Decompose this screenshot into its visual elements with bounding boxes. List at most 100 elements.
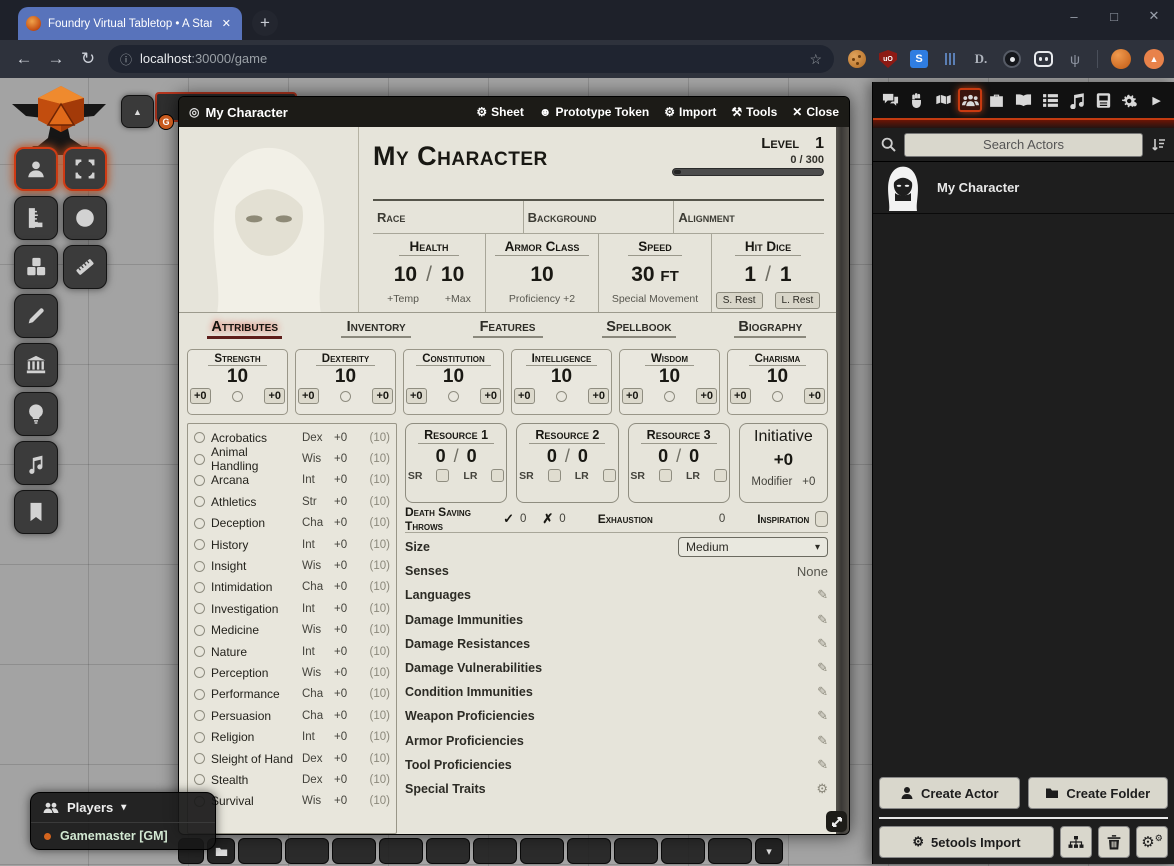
ability-save-mod[interactable]: +0 [622, 388, 643, 404]
camera-icon[interactable] [1003, 50, 1021, 68]
resource-title[interactable]: Resource 2 [529, 428, 605, 444]
ability-score[interactable]: 10 [335, 366, 356, 388]
skill-row[interactable]: Athletics Str +0 (10) [194, 491, 390, 512]
character-name[interactable]: My Character [373, 141, 669, 172]
short-rest-button[interactable]: S. Rest [716, 292, 763, 309]
sr-checkbox[interactable] [548, 469, 561, 482]
skill-row[interactable]: Performance Cha +0 (10) [194, 684, 390, 705]
minimize-button[interactable]: – [1054, 9, 1094, 24]
adblock-shield-icon[interactable]: uO [879, 50, 897, 68]
ability-score[interactable]: 10 [443, 366, 464, 388]
create-folder-button[interactable]: Create Folder [1028, 777, 1169, 809]
close-window-button[interactable]: ✕ [1134, 8, 1174, 24]
sheet-tab[interactable]: Attributes [179, 318, 310, 339]
ability-name[interactable]: Strength [208, 352, 266, 366]
ability-check-mod[interactable]: +0 [696, 388, 717, 404]
identity-field[interactable]: Race [373, 201, 524, 233]
skill-name[interactable]: Nature [211, 645, 296, 659]
sr-checkbox[interactable] [659, 469, 672, 482]
forward-button[interactable]: → [40, 49, 72, 69]
hp-current[interactable]: 10 [394, 263, 417, 287]
hit-dice-max[interactable]: 1 [780, 263, 792, 287]
proficiency-toggle[interactable] [556, 391, 567, 402]
cookie-icon[interactable] [848, 50, 866, 68]
death-success-count[interactable]: 0 [520, 513, 526, 525]
tab-tables[interactable] [1038, 88, 1062, 112]
sheet-tab[interactable]: Features [442, 318, 573, 338]
ability-check-mod[interactable]: +0 [804, 388, 825, 404]
macro-slot[interactable] [238, 838, 282, 864]
folder-tree-button[interactable] [1060, 826, 1092, 858]
tool-ping-target[interactable] [63, 196, 107, 240]
skill-name[interactable]: Investigation [211, 602, 296, 616]
skill-row[interactable]: Survival Wis +0 (10) [194, 791, 390, 812]
ability-check-mod[interactable]: +0 [264, 388, 285, 404]
tab-actors[interactable] [958, 88, 982, 112]
skill-row[interactable]: Deception Cha +0 (10) [194, 513, 390, 534]
identity-field[interactable]: Background [524, 201, 675, 233]
browser-tab[interactable]: Foundry Virtual Tabletop • A Stan ✕ [18, 7, 242, 40]
collapse-controls-button[interactable]: ▲ [121, 95, 154, 128]
resource-title[interactable]: Resource 3 [641, 428, 717, 444]
tool-dice-roller[interactable] [14, 245, 58, 289]
skill-name[interactable]: Persuasion [211, 709, 296, 723]
session-icon[interactable]: S [910, 50, 928, 68]
tool-select-token[interactable] [14, 147, 58, 191]
tool-lighting[interactable] [14, 392, 58, 436]
skill-proficiency-toggle[interactable] [194, 539, 205, 550]
reload-button[interactable]: ↻ [72, 49, 104, 69]
sheet-scrollbar-track[interactable] [836, 127, 849, 834]
skill-name[interactable]: Arcana [211, 473, 296, 487]
actor-entry[interactable]: My Character [873, 162, 1174, 214]
skill-proficiency-toggle[interactable] [194, 689, 205, 700]
macro-slot[interactable] [285, 838, 329, 864]
hp-tempmax-label[interactable]: +Max [445, 293, 471, 305]
resource-max[interactable]: 0 [689, 444, 699, 468]
initiative-value[interactable]: +0 [774, 450, 793, 470]
skill-proficiency-toggle[interactable] [194, 753, 205, 764]
ability-save-mod[interactable]: +0 [406, 388, 427, 404]
sheet-tab[interactable]: Biography [705, 318, 836, 338]
delete-button[interactable] [1098, 826, 1130, 858]
profile-avatar[interactable] [1111, 49, 1131, 69]
sheet-tab[interactable]: Inventory [310, 318, 441, 338]
update-button[interactable]: ▲ [1144, 49, 1164, 69]
tab-close-icon[interactable]: ✕ [219, 17, 234, 30]
edit-icon[interactable]: ✎ [817, 757, 828, 773]
proficiency-toggle[interactable] [448, 391, 459, 402]
tool-sounds[interactable] [14, 441, 58, 485]
inspiration-checkbox[interactable] [815, 511, 828, 527]
tool-drawings[interactable] [14, 294, 58, 338]
xp-text[interactable]: 0 / 300 [669, 154, 824, 166]
skill-name[interactable]: Acrobatics [211, 431, 296, 445]
tab-scenes[interactable] [932, 88, 956, 112]
skill-name[interactable]: Insight [211, 559, 296, 573]
skill-name[interactable]: Animal Handling [211, 445, 296, 473]
resource-max[interactable]: 0 [578, 444, 588, 468]
grid-icon[interactable] [941, 50, 959, 68]
ability-save-mod[interactable]: +0 [514, 388, 535, 404]
skill-proficiency-toggle[interactable] [194, 646, 205, 657]
import-button[interactable]: ⚙Import [664, 105, 716, 119]
skill-row[interactable]: History Int +0 (10) [194, 534, 390, 555]
skill-name[interactable]: Intimidation [211, 580, 296, 594]
ability-name[interactable]: Intelligence [526, 352, 598, 366]
tuning-fork-icon[interactable]: ψ [1066, 50, 1084, 68]
hp-max[interactable]: 10 [441, 263, 464, 287]
ability-save-mod[interactable]: +0 [730, 388, 751, 404]
tool-notes[interactable] [14, 490, 58, 534]
skill-name[interactable]: History [211, 538, 296, 552]
skill-name[interactable]: Athletics [211, 495, 296, 509]
d-logo-icon[interactable]: D. [972, 50, 990, 68]
tool-walls[interactable] [14, 343, 58, 387]
ability-check-mod[interactable]: +0 [480, 388, 501, 404]
skill-proficiency-toggle[interactable] [194, 475, 205, 486]
size-select[interactable]: Medium [678, 537, 828, 557]
skill-name[interactable]: Performance [211, 687, 296, 701]
tool-measure-ruler[interactable] [14, 196, 58, 240]
macro-slot[interactable] [661, 838, 705, 864]
skill-proficiency-toggle[interactable] [194, 561, 205, 572]
edit-icon[interactable]: ✎ [817, 684, 828, 700]
player-row[interactable]: Gamemaster [GM] [31, 823, 215, 849]
skill-proficiency-toggle[interactable] [194, 582, 205, 593]
